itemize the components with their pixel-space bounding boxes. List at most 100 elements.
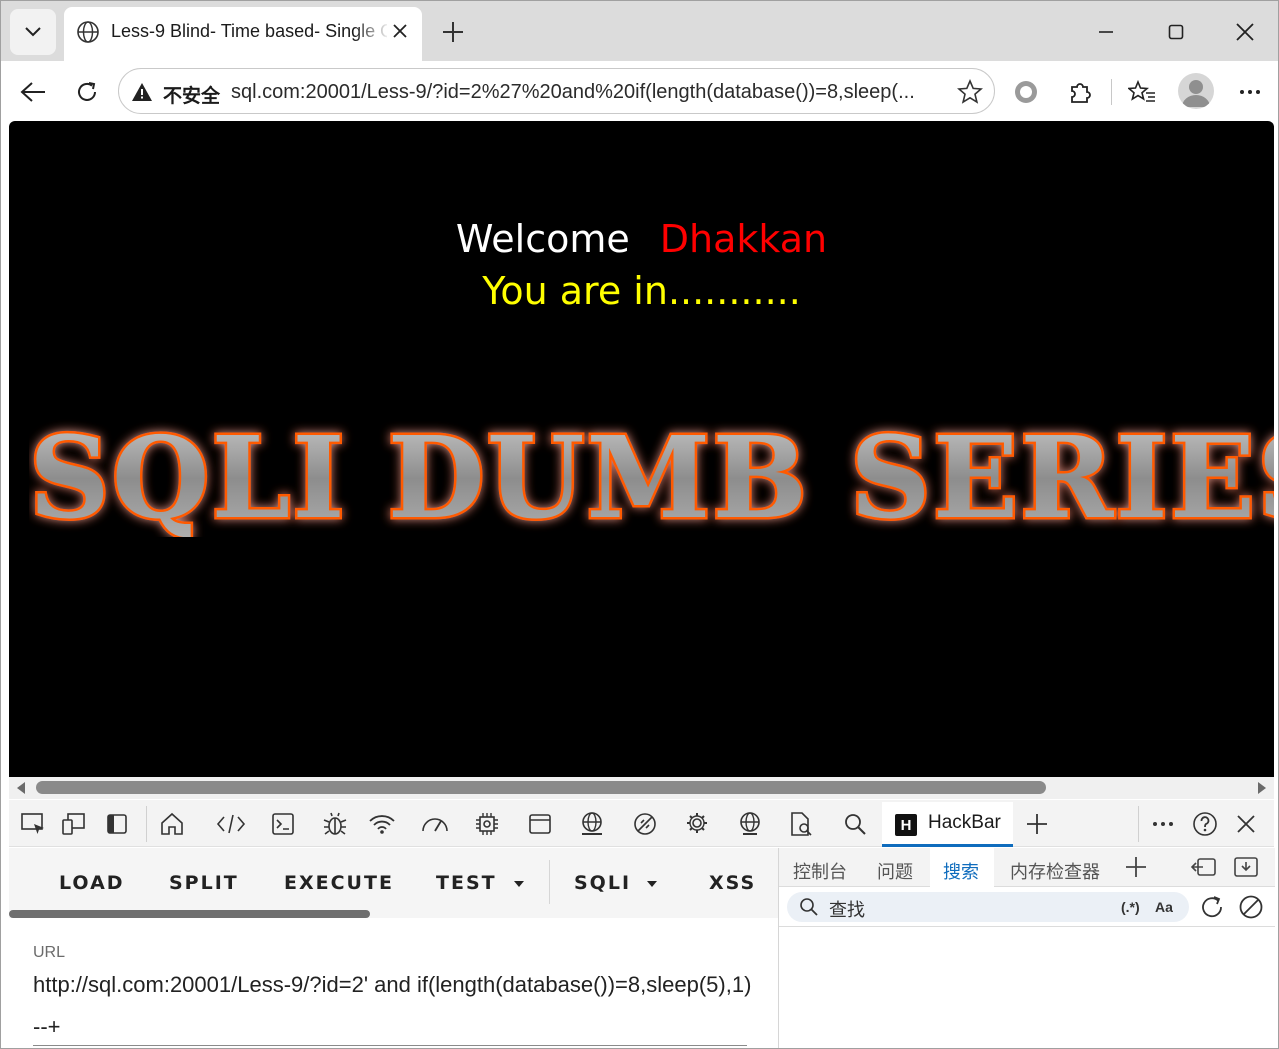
hackbar-tab-label: HackBar [928, 812, 1001, 833]
scroll-left-arrow-icon[interactable] [17, 782, 25, 794]
tab-memory-inspector[interactable]: 内存检查器 [1010, 858, 1100, 884]
new-tab-button[interactable] [437, 16, 469, 48]
search-icon[interactable] [839, 808, 871, 840]
elements-code-icon[interactable] [215, 808, 247, 840]
minimize-button[interactable] [1089, 15, 1123, 49]
console-terminal-icon[interactable] [267, 808, 299, 840]
more-horizontal-icon [1153, 822, 1173, 826]
application-window-icon[interactable] [524, 808, 556, 840]
tab-actions-button[interactable] [10, 9, 56, 55]
puzzle-icon [1071, 83, 1091, 103]
close-window-button[interactable] [1228, 15, 1262, 49]
sqli-caret-down-icon[interactable] [647, 881, 657, 887]
help-question-icon [1193, 812, 1217, 836]
welcome-line: Welcome Dhakkan [9, 217, 1274, 261]
maximize-icon [1168, 24, 1184, 40]
close-icon [1236, 23, 1254, 41]
search-input[interactable]: 查找 (.*) Aa [787, 892, 1189, 922]
toolbar-separator [1111, 79, 1112, 105]
address-text[interactable]: sql.com:20001/Less-9/?id=2%27%20and%20if… [231, 81, 941, 104]
regex-toggle[interactable]: (.*) [1121, 899, 1140, 915]
drawer-tab-bar: 控制台 问题 搜索 内存检查器 [779, 848, 1275, 888]
rendering-doc-icon[interactable] [785, 808, 817, 840]
url-field[interactable]: http://sql.com:20001/Less-9/?id=2' and i… [33, 964, 753, 1048]
more-horizontal-icon [1240, 90, 1260, 94]
performance-gauge-icon[interactable] [419, 808, 451, 840]
scroll-right-arrow-icon[interactable] [1258, 782, 1266, 794]
more-menu-button[interactable] [1232, 74, 1268, 110]
minimize-drawer-icon[interactable] [1233, 856, 1259, 878]
hackbar-logo-icon: H [895, 814, 917, 836]
refresh-button[interactable] [69, 74, 105, 110]
devtools-separator [146, 806, 147, 842]
tab-active[interactable]: Less-9 Blind- Time based- Single Q [64, 7, 422, 61]
close-tab-icon[interactable] [388, 19, 412, 43]
device-emulation-icon[interactable] [58, 808, 90, 840]
settings-gear-icon[interactable] [681, 808, 713, 840]
arrow-left-icon [20, 82, 45, 102]
insecure-label[interactable]: 不安全 [163, 81, 220, 108]
devtools-more-button[interactable] [1147, 808, 1179, 840]
memory-chip-icon[interactable] [471, 808, 503, 840]
extension-record-button[interactable] [1008, 74, 1044, 110]
profile-avatar[interactable] [1178, 73, 1214, 109]
welcome-home-icon[interactable] [156, 808, 188, 840]
inspect-element-icon[interactable] [17, 808, 49, 840]
test-caret-down-icon[interactable] [514, 881, 524, 887]
refresh-icon [1202, 896, 1222, 918]
sqli-dropdown-button[interactable]: SQLI [574, 872, 631, 894]
tab-search[interactable]: 搜索 [943, 858, 979, 884]
favorite-star-icon[interactable] [957, 79, 983, 105]
page-horizontal-scrollbar[interactable] [9, 777, 1274, 799]
close-icon [1237, 815, 1255, 833]
refresh-search-button[interactable] [1197, 892, 1227, 922]
xss-dropdown-button[interactable]: XSS [709, 872, 756, 894]
dock-side-icon[interactable] [101, 808, 133, 840]
svg-text:SQLI DUMB SERIES: SQLI DUMB SERIES [29, 417, 1274, 537]
close-devtools-button[interactable] [1230, 808, 1262, 840]
devtools-tab-bar: H HackBar [9, 800, 1274, 847]
hackbar-menu-scrollbar[interactable] [9, 910, 370, 918]
split-button[interactable]: SPLIT [169, 872, 239, 894]
add-drawer-tab-icon[interactable] [1125, 856, 1147, 878]
clear-circle-icon [1239, 895, 1263, 919]
extensions-button[interactable] [1062, 74, 1098, 110]
plus-icon [1027, 814, 1047, 834]
devtools-drawer: 控制台 问题 搜索 内存检查器 查找 (.*) Aa [778, 848, 1275, 1048]
browser-toolbar: 不安全 sql.com:20001/Less-9/?id=2%27%20and%… [1, 61, 1278, 121]
scrollbar-thumb[interactable] [36, 781, 1046, 794]
execute-button[interactable]: EXECUTE [284, 872, 394, 894]
match-case-toggle[interactable]: Aa [1155, 899, 1173, 915]
add-tool-button[interactable] [1021, 808, 1053, 840]
test-dropdown-button[interactable]: TEST [436, 872, 497, 894]
dock-drawer-icon[interactable] [1191, 856, 1217, 878]
address-bar[interactable]: 不安全 sql.com:20001/Less-9/?id=2%27%20and%… [118, 68, 995, 114]
search-icon [799, 897, 819, 917]
url-field-label: URL [33, 944, 66, 961]
load-button[interactable]: LOAD [59, 872, 125, 894]
search-placeholder: 查找 [829, 900, 865, 920]
help-button[interactable] [1189, 808, 1221, 840]
lighthouse-icon[interactable] [629, 808, 661, 840]
user-name: Dhakkan [659, 217, 828, 261]
hackbar-panel: LOAD SPLIT EXECUTE TEST SQLI XSS URL htt… [9, 848, 778, 1048]
sources-bug-icon[interactable] [319, 808, 351, 840]
tab-title: Less-9 Blind- Time based- Single Q [111, 21, 387, 41]
favorites-button[interactable] [1124, 74, 1160, 110]
tab-hackbar[interactable]: H HackBar [882, 802, 1013, 847]
minimize-icon [1099, 31, 1113, 33]
warning-icon[interactable] [131, 81, 153, 103]
chevron-down-icon [25, 27, 41, 37]
person-icon [1182, 80, 1210, 107]
hackbar-menu: LOAD SPLIT EXECUTE TEST SQLI XSS [9, 848, 778, 918]
maximize-button[interactable] [1159, 15, 1193, 49]
network-wifi-icon[interactable] [366, 808, 398, 840]
record-circle-icon [1015, 81, 1037, 103]
security-globe-icon[interactable] [576, 808, 608, 840]
network-conditions-globe-icon[interactable] [734, 808, 766, 840]
clear-search-button[interactable] [1236, 892, 1266, 922]
back-button[interactable] [15, 74, 51, 110]
tab-issues[interactable]: 问题 [877, 858, 913, 884]
devtools-separator [1138, 806, 1139, 842]
tab-console[interactable]: 控制台 [793, 858, 847, 884]
